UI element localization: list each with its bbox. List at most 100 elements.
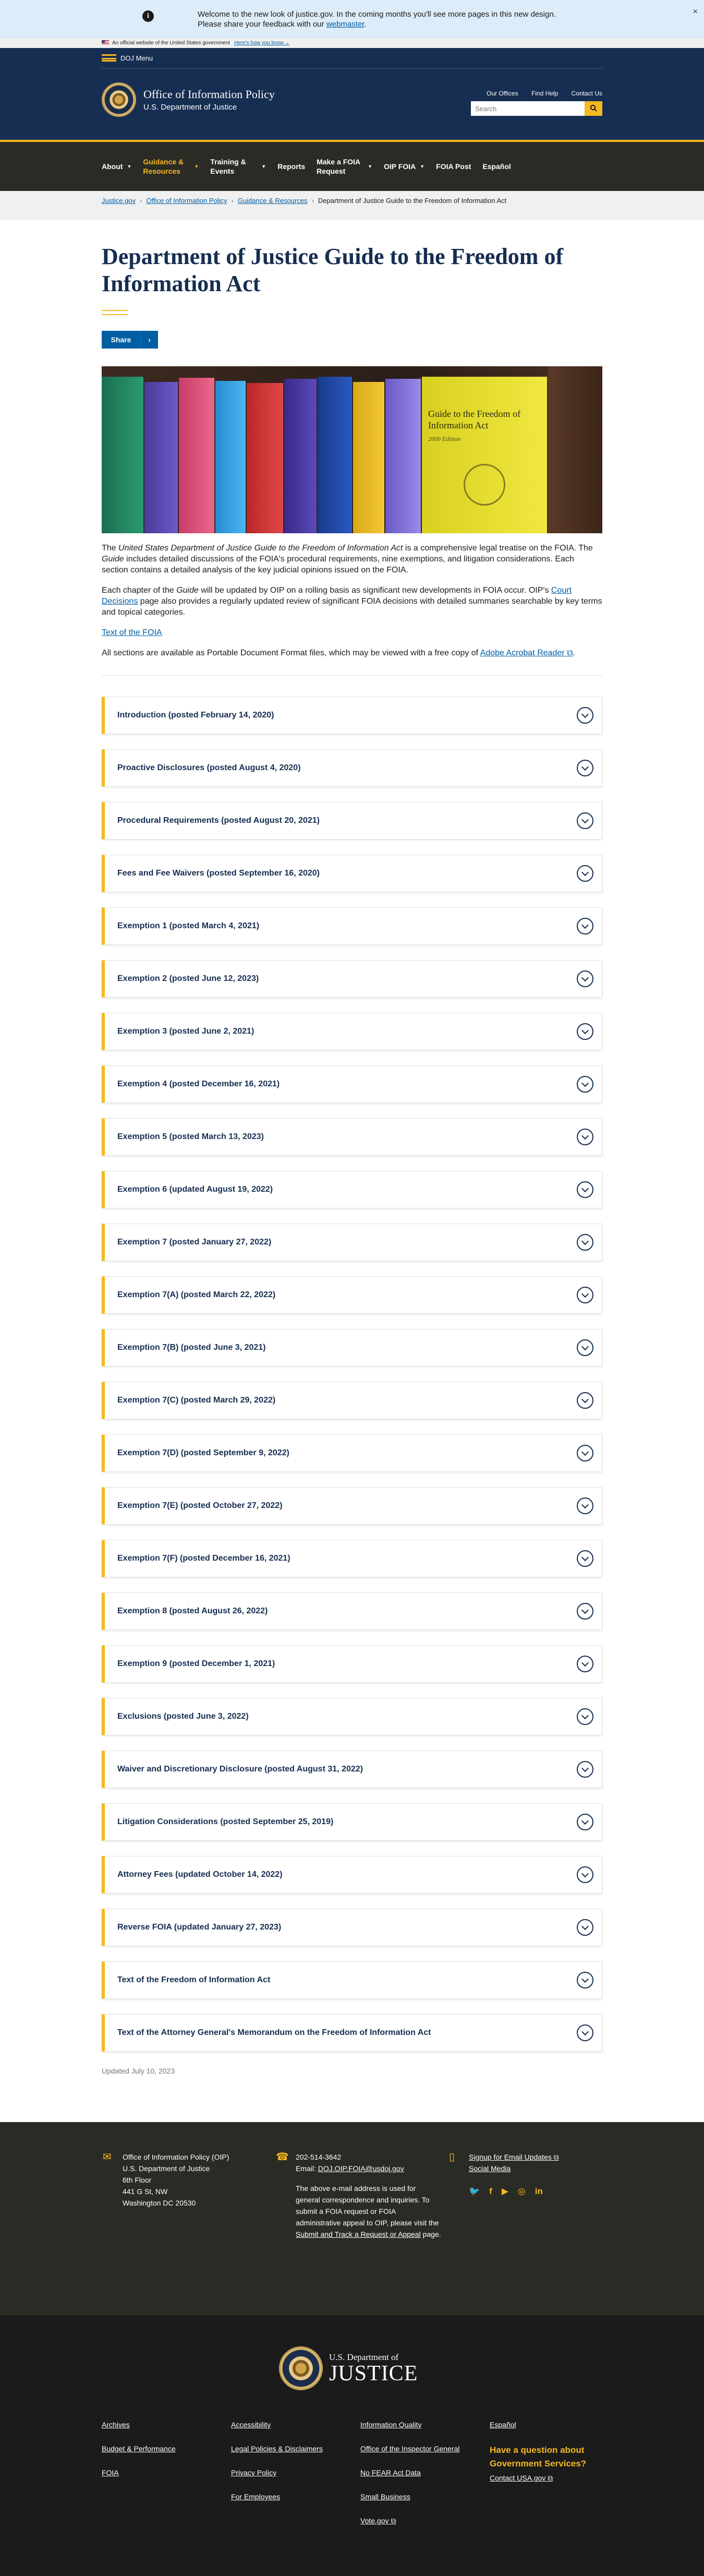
accordion-item[interactable]: Text of the Freedom of Information Act: [102, 1961, 602, 1999]
accordion-item[interactable]: Exemption 4 (posted December 16, 2021): [102, 1065, 602, 1103]
search-button[interactable]: [585, 101, 602, 116]
search-input[interactable]: [471, 101, 585, 116]
breadcrumb-current: Department of Justice Guide to the Freed…: [318, 197, 507, 205]
email-link[interactable]: DOJ.OIP.FOIA@usdoj.gov: [318, 2164, 404, 2173]
footer-link-foia[interactable]: FOIA: [102, 2467, 231, 2478]
doj-menu-button[interactable]: DOJ Menu: [102, 48, 602, 69]
accordion-item-label: Exemption 8 (posted August 26, 2022): [117, 1607, 268, 1615]
accordion-item[interactable]: Exemption 7 (posted January 27, 2022): [102, 1224, 602, 1261]
contact-us-link[interactable]: Contact Us: [572, 90, 602, 97]
email-updates-link[interactable]: Signup for Email Updates ⧉: [469, 2153, 559, 2161]
accordion-item[interactable]: Exemption 1 (posted March 4, 2021): [102, 907, 602, 945]
chevron-down-icon: [577, 1497, 593, 1514]
accordion-item[interactable]: Exemption 7(D) (posted September 9, 2022…: [102, 1434, 602, 1472]
nav-item-2[interactable]: Training & Events ▼: [210, 157, 266, 176]
accordion-item[interactable]: Exemption 7(A) (posted March 22, 2022): [102, 1276, 602, 1314]
accordion-item[interactable]: Exclusions (posted June 3, 2022): [102, 1698, 602, 1735]
footer-link-privacy[interactable]: Privacy Policy: [231, 2467, 360, 2478]
breadcrumb-guidance[interactable]: Guidance & Resources: [238, 197, 308, 205]
chevron-down-icon: [577, 1234, 593, 1251]
nav-item-5[interactable]: OIP FOIA ▼: [384, 162, 424, 171]
chevron-down-icon: [577, 1445, 593, 1461]
accordion-item[interactable]: Exemption 6 (updated August 19, 2022): [102, 1171, 602, 1208]
accordion-item[interactable]: Text of the Attorney General's Memorandu…: [102, 2014, 602, 2052]
twitter-icon[interactable]: 🐦: [469, 2186, 480, 2197]
external-link-icon: ⧉: [553, 2153, 559, 2161]
footer-link-small-business[interactable]: Small Business: [360, 2491, 490, 2502]
accordion-item[interactable]: Exemption 3 (posted June 2, 2021): [102, 1013, 602, 1050]
site-title: Office of Information Policy: [143, 87, 275, 101]
find-help-link[interactable]: Find Help: [531, 90, 558, 97]
accordion-item-label: Exemption 9 (posted December 1, 2021): [117, 1659, 275, 1668]
adobe-reader-link[interactable]: Adobe Acrobat Reader ⧉: [480, 649, 573, 657]
nav-item-7[interactable]: Español: [482, 162, 511, 171]
accordion-item-label: Exemption 7(C) (posted March 29, 2022): [117, 1396, 276, 1405]
nav-item-3[interactable]: Reports: [277, 162, 305, 171]
breadcrumb-oip[interactable]: Office of Information Policy: [146, 197, 227, 205]
accordion-item[interactable]: Fees and Fee Waivers (posted September 1…: [102, 855, 602, 892]
accordion-item[interactable]: Exemption 5 (posted March 13, 2023): [102, 1118, 602, 1156]
accordion-item[interactable]: Attorney Fees (updated October 14, 2022): [102, 1856, 602, 1894]
accordion-item-label: Exemption 7 (posted January 27, 2022): [117, 1238, 272, 1247]
chevron-down-icon: [577, 1076, 593, 1093]
footer-link-employees[interactable]: For Employees: [231, 2491, 360, 2502]
alert-text: Welcome to the new look of justice.gov. …: [198, 10, 556, 29]
breadcrumb-justice[interactable]: Justice.gov: [102, 197, 136, 205]
accordion-item[interactable]: Waiver and Discretionary Disclosure (pos…: [102, 1751, 602, 1788]
our-offices-link[interactable]: Our Offices: [487, 90, 518, 97]
footer-link-no-fear[interactable]: No FEAR Act Data: [360, 2467, 490, 2478]
accordion-item[interactable]: Litigation Considerations (posted Septem…: [102, 1803, 602, 1841]
instagram-icon[interactable]: ◎: [518, 2186, 526, 2197]
text-of-foia-link[interactable]: Text of the FOIA: [102, 628, 162, 637]
accordion-item[interactable]: Proactive Disclosures (posted August 4, …: [102, 749, 602, 787]
chevron-down-icon: [577, 1550, 593, 1567]
youtube-icon[interactable]: ▶: [502, 2186, 508, 2197]
accordion-item-label: Text of the Attorney General's Memorandu…: [117, 2028, 431, 2037]
webmaster-link[interactable]: webmaster: [326, 20, 365, 29]
gov-services-question: Have a question about Government Service…: [490, 2445, 587, 2469]
accordion-item-label: Exemption 3 (posted June 2, 2021): [117, 1027, 254, 1036]
gov-banner-text: An official website of the United States…: [112, 40, 230, 46]
close-icon[interactable]: ×: [693, 7, 698, 17]
accordion-item[interactable]: Exemption 7(E) (posted October 27, 2022): [102, 1487, 602, 1525]
accordion-item-label: Attorney Fees (updated October 14, 2022): [117, 1870, 283, 1879]
linkedin-icon[interactable]: in: [535, 2186, 543, 2197]
nav-item-1[interactable]: Guidance & Resources ▼: [143, 157, 199, 176]
accordion-item-label: Litigation Considerations (posted Septem…: [117, 1817, 334, 1826]
accordion-item[interactable]: Exemption 9 (posted December 1, 2021): [102, 1645, 602, 1683]
footer-link-oig[interactable]: Office of the Inspector General: [360, 2443, 490, 2454]
accordion-item[interactable]: Exemption 8 (posted August 26, 2022): [102, 1592, 602, 1630]
accordion-item[interactable]: Introduction (posted February 14, 2020): [102, 697, 602, 734]
chevron-down-icon: [577, 2024, 593, 2041]
footer-link-legal[interactable]: Legal Policies & Disclaimers: [231, 2443, 360, 2454]
footer-link-archives[interactable]: Archives: [102, 2419, 231, 2430]
accordion-item[interactable]: Procedural Requirements (posted August 2…: [102, 802, 602, 840]
divider: [102, 675, 602, 676]
accordion-item[interactable]: Exemption 2 (posted June 12, 2023): [102, 960, 602, 998]
doj-footer-logo[interactable]: U.S. Department of JUSTICE: [279, 2346, 418, 2390]
facebook-icon[interactable]: f: [489, 2186, 492, 2197]
nav-item-6[interactable]: FOIA Post: [436, 162, 471, 171]
accordion-item[interactable]: Exemption 7(B) (posted June 3, 2021): [102, 1329, 602, 1367]
accordion-item-label: Exemption 1 (posted March 4, 2021): [117, 921, 260, 930]
accordion-item[interactable]: Exemption 7(F) (posted December 16, 2021…: [102, 1540, 602, 1577]
contact-usagov-link[interactable]: Contact USA.gov ⧉: [490, 2473, 602, 2483]
nav-item-0[interactable]: About ▼: [102, 162, 131, 171]
accordion-item-label: Exemption 4 (posted December 16, 2021): [117, 1080, 280, 1088]
site-brand[interactable]: Office of Information Policy U.S. Depart…: [102, 82, 275, 117]
submit-track-link[interactable]: Submit and Track a Request or Appeal: [296, 2230, 421, 2238]
accordion-item-label: Procedural Requirements (posted August 2…: [117, 816, 320, 825]
footer-link-accessibility[interactable]: Accessibility: [231, 2419, 360, 2430]
nav-item-4[interactable]: Make a FOIA Request ▼: [317, 157, 372, 176]
share-button[interactable]: Share ›: [102, 331, 158, 349]
accordion-item[interactable]: Reverse FOIA (updated January 27, 2023): [102, 1909, 602, 1946]
footer-link-budget[interactable]: Budget & Performance: [102, 2443, 231, 2454]
chevron-down-icon: ▼: [420, 164, 425, 169]
footer-address: ✉ Office of Information Policy (OIP) U.S…: [103, 2151, 229, 2207]
footer-link-espanol[interactable]: Español: [490, 2419, 602, 2430]
accordion-item[interactable]: Exemption 7(C) (posted March 29, 2022): [102, 1382, 602, 1419]
how-you-know-link[interactable]: Here's how you know ⌄: [234, 40, 289, 46]
footer-link-vote[interactable]: Vote.gov ⧉: [360, 2515, 490, 2526]
footer-link-info-quality[interactable]: Information Quality: [360, 2419, 490, 2430]
social-media-link[interactable]: Social Media: [469, 2164, 511, 2173]
